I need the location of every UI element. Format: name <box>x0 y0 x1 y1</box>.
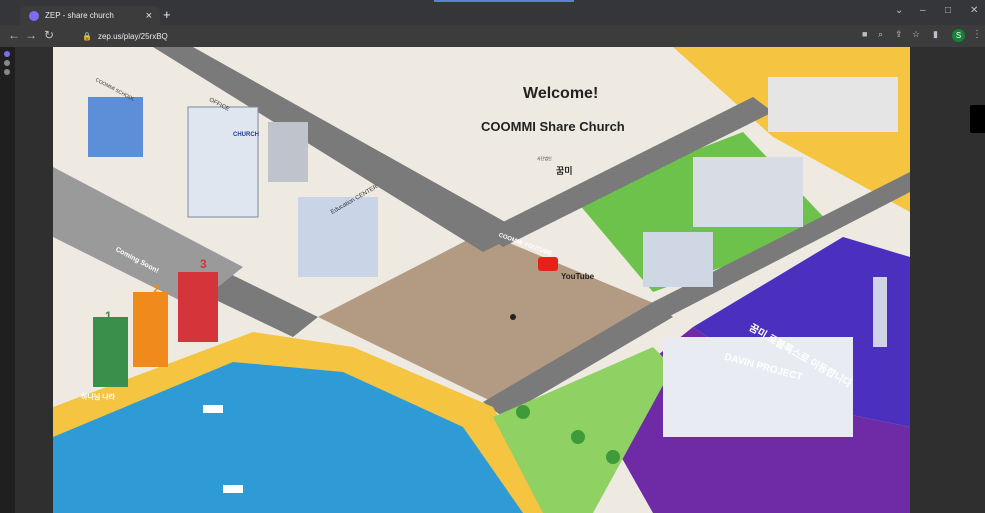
tower <box>873 277 887 347</box>
boat-2 <box>223 485 243 493</box>
church-building <box>187 106 259 218</box>
school-building <box>88 97 143 157</box>
boat-1 <box>203 405 223 413</box>
tab-indicator <box>434 0 574 2</box>
church-sign: CHURCH <box>233 132 259 138</box>
address-bar[interactable]: 🔒 zep.us/play/25rxBQ <box>82 28 842 44</box>
davin-building <box>663 337 853 437</box>
zep-sidebar <box>0 47 15 513</box>
reload-icon[interactable]: ↻ <box>44 28 54 42</box>
tab-title: ZEP - share church <box>45 11 114 20</box>
maximize-button[interactable]: □ <box>945 5 951 16</box>
welcome-title: Welcome! <box>523 85 599 102</box>
bookmark-star-icon[interactable]: ☆ <box>912 29 920 40</box>
office-building <box>268 122 308 182</box>
tab-strip: ZEP - share church × + ⌄ – □ ✕ <box>0 0 985 25</box>
youtube-text: YouTube <box>561 272 595 281</box>
url-text: zep.us/play/25rxBQ <box>97 31 168 41</box>
minimap-panel[interactable] <box>970 105 985 133</box>
tree <box>606 450 620 464</box>
dormitory-block <box>693 157 803 227</box>
sidebar-icon-2[interactable] <box>4 60 10 66</box>
youtube-logo <box>538 257 558 271</box>
player-avatar <box>510 314 516 320</box>
welcome-subtitle: COOMMI Share Church <box>481 119 625 134</box>
close-window-button[interactable]: ✕ <box>970 5 978 16</box>
logo-caption: 사단법인 <box>537 156 552 161</box>
tree <box>516 405 530 419</box>
house-3 <box>178 272 218 342</box>
game-map[interactable]: Welcome! COOMMI Share Church 사단법인 꿈미 CHU… <box>53 47 910 513</box>
sidebar-icon-3[interactable] <box>4 69 10 75</box>
lock-icon: 🔒 <box>82 31 92 41</box>
coommi-logo: 꿈미 <box>556 166 573 176</box>
address-toolbar: ← → ↻ 🔒 zep.us/play/25rxBQ ■ ⌕ ⇪ ☆ ▮ S ⋮ <box>0 25 985 47</box>
zep-home-icon[interactable] <box>4 51 10 57</box>
map-canvas[interactable] <box>53 47 910 513</box>
new-tab-button[interactable]: + <box>163 7 171 22</box>
heaven-sign: 하나님 나라 <box>81 394 116 401</box>
minimize-button[interactable]: – <box>920 5 926 16</box>
profile-avatar[interactable]: S <box>952 29 965 42</box>
game-viewport: Welcome! COOMMI Share Church 사단법인 꿈미 CHU… <box>15 47 985 513</box>
house-1 <box>93 317 128 387</box>
zep-favicon-icon <box>29 10 39 21</box>
sidepanel-icon[interactable]: ▮ <box>933 29 938 40</box>
zoom-icon[interactable]: ⌕ <box>878 29 883 40</box>
house-number-3: 3 <box>200 257 207 271</box>
back-arrow-icon[interactable]: ← <box>8 28 20 42</box>
tab-close-icon[interactable]: × <box>146 10 152 22</box>
house-number-2: 2 <box>153 282 160 296</box>
share-icon[interactable]: ⇪ <box>895 29 903 40</box>
camera-icon[interactable]: ■ <box>862 29 867 39</box>
sports-building <box>643 232 713 287</box>
tab-search-icon[interactable]: ⌄ <box>895 5 903 16</box>
kebab-menu-icon[interactable]: ⋮ <box>972 29 982 40</box>
stage-structure <box>768 77 898 132</box>
browser-tab[interactable]: ZEP - share church × <box>20 6 160 25</box>
house-2 <box>133 292 168 367</box>
tree <box>571 430 585 444</box>
house-number-1: 1 <box>105 309 112 323</box>
forward-arrow-icon[interactable]: → <box>25 28 37 42</box>
